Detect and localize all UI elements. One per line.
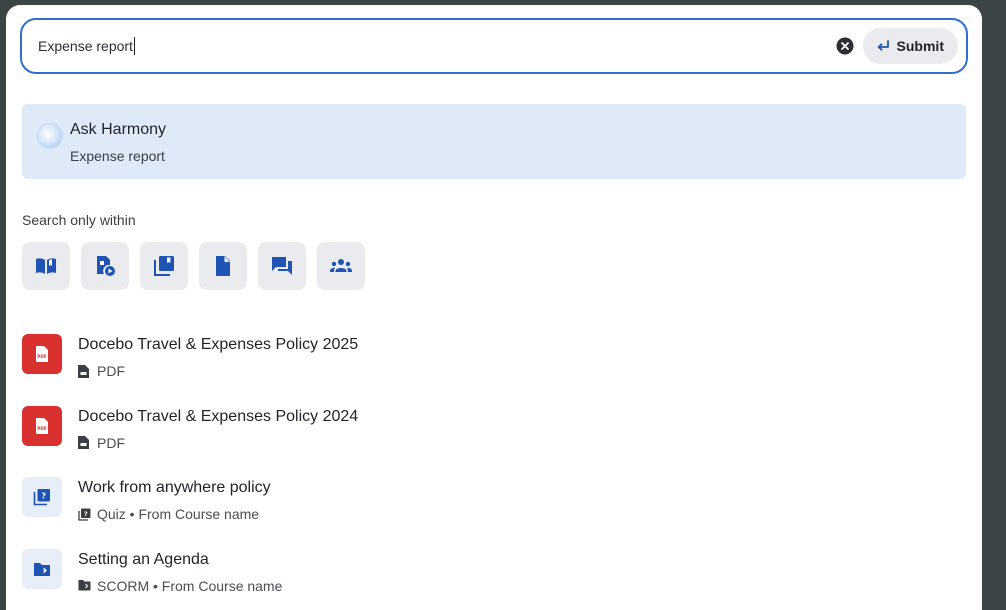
result-title: Docebo Travel & Expenses Policy 2025 (78, 336, 359, 353)
text-caret (133, 37, 135, 55)
results-list: PDF Docebo Travel & Expenses Policy 2025… (22, 334, 962, 610)
filter-discussions-button[interactable] (258, 242, 306, 290)
svg-text:?: ? (41, 492, 46, 501)
svg-text:PDF: PDF (37, 426, 47, 431)
ask-harmony-title: Ask Harmony (70, 121, 167, 138)
scorm-small-icon (78, 579, 91, 592)
filter-videos-button[interactable] (81, 242, 129, 290)
pdf-small-icon (78, 364, 91, 378)
result-meta: PDF (78, 435, 125, 451)
result-meta-text: SCORM • From Course name (97, 577, 283, 594)
search-input[interactable]: Expense report (38, 20, 835, 72)
filter-people-button[interactable] (317, 242, 365, 290)
pdf-file-icon: PDF (22, 405, 62, 446)
filter-library-button[interactable] (140, 242, 188, 290)
svg-text:?: ? (84, 510, 88, 518)
scorm-folder-icon (22, 548, 62, 589)
result-meta: SCORM • From Course name (78, 578, 282, 594)
result-title: Setting an Agenda (78, 550, 209, 568)
filter-buttons (22, 242, 365, 290)
result-item[interactable]: PDF Docebo Travel & Expenses Policy 2025… (22, 334, 962, 406)
people-group-icon (330, 259, 352, 272)
book-open-icon (36, 258, 56, 274)
submit-label: Submit (896, 38, 944, 54)
filter-label: Search only within (22, 212, 136, 228)
result-item[interactable]: PDF Docebo Travel & Expenses Policy 2024… (22, 405, 962, 478)
result-item[interactable]: ? Work from anywhere policy ? Quiz • Fro… (22, 477, 962, 549)
search-input-value: Expense report (38, 38, 133, 54)
ask-harmony-query: Expense report (70, 148, 165, 164)
filter-files-button[interactable] (199, 242, 247, 290)
clear-search-button[interactable] (835, 36, 855, 56)
result-title: Docebo Travel & Expenses Policy 2024 (78, 407, 359, 425)
pdf-small-icon (78, 436, 91, 449)
search-bar: Expense report Submit (20, 18, 968, 74)
quiz-small-icon: ? (78, 508, 91, 521)
submit-button[interactable]: Submit (862, 28, 958, 64)
search-panel: Expense report Submit Ask Harmony Expens… (6, 5, 982, 610)
harmony-orb-icon (38, 124, 62, 148)
video-document-icon (97, 256, 115, 276)
filter-courses-button[interactable] (22, 242, 70, 290)
svg-text:PDF: PDF (37, 354, 47, 359)
result-meta-text: PDF (97, 434, 125, 451)
result-title: Work from anywhere policy (78, 479, 271, 496)
result-meta-text: Quiz • From Course name (97, 506, 260, 522)
library-icon (154, 256, 174, 276)
result-item[interactable]: Setting an Agenda SCORM • From Course na… (22, 548, 962, 610)
result-meta-text: PDF (97, 363, 125, 379)
quiz-icon: ? (22, 477, 62, 517)
ask-harmony-card[interactable]: Ask Harmony Expense report (22, 104, 966, 179)
file-icon (216, 256, 230, 276)
pdf-file-icon: PDF (22, 334, 62, 374)
result-meta: PDF (78, 363, 125, 379)
close-circle-icon (836, 37, 854, 55)
chat-bubbles-icon (272, 257, 292, 275)
result-meta: ? Quiz • From Course name (78, 506, 259, 522)
enter-arrow-icon (877, 40, 889, 51)
